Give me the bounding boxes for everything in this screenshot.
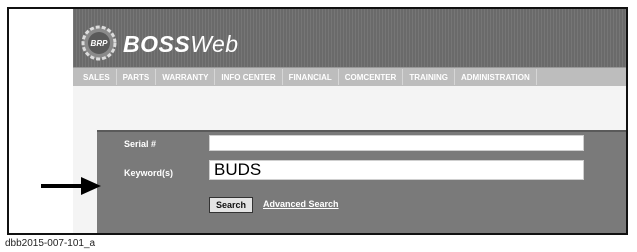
search-button[interactable]: Search [209,197,254,213]
screenshot-frame: BRP BOSSWeb SALES PARTS WARRANTY INFO CE… [7,7,628,235]
brand-bold: BOSS [123,31,191,57]
serial-label: Serial # [124,139,157,149]
app-title: BOSSWeb [123,31,239,58]
nav-tabs: SALES PARTS WARRANTY INFO CENTER FINANCI… [77,69,553,85]
app-header: BRP BOSSWeb [73,9,626,67]
tab-parts[interactable]: PARTS [117,69,157,85]
nav-tab-edge [536,69,553,85]
tab-comcenter[interactable]: COMCENTER [339,69,404,85]
logo-badge-text: BRP [91,39,109,48]
figure-caption: dbb2015-007-101_a [5,238,96,249]
tab-administration[interactable]: ADMINISTRATION [455,69,537,85]
brp-logo-icon: BRP [81,25,117,61]
tab-training[interactable]: TRAINING [403,69,455,85]
bossweb-window: BRP BOSSWeb SALES PARTS WARRANTY INFO CE… [73,9,626,233]
search-panel: Serial # Keyword(s) Search Advanced Sear… [97,130,626,233]
main-nav: SALES PARTS WARRANTY INFO CENTER FINANCI… [73,67,626,87]
keyword-label: Keyword(s) [124,168,174,178]
tab-info-center[interactable]: INFO CENTER [215,69,283,85]
content-area: Serial # Keyword(s) Search Advanced Sear… [73,86,626,233]
tab-warranty[interactable]: WARRANTY [156,69,216,85]
serial-input[interactable] [209,135,584,151]
keyword-input[interactable] [209,160,584,180]
arrow-right-icon [41,177,101,195]
advanced-search-link[interactable]: Advanced Search [263,199,339,209]
brand-light: Web [190,31,239,57]
tab-financial[interactable]: FINANCIAL [283,69,339,85]
tab-sales[interactable]: SALES [77,69,117,85]
